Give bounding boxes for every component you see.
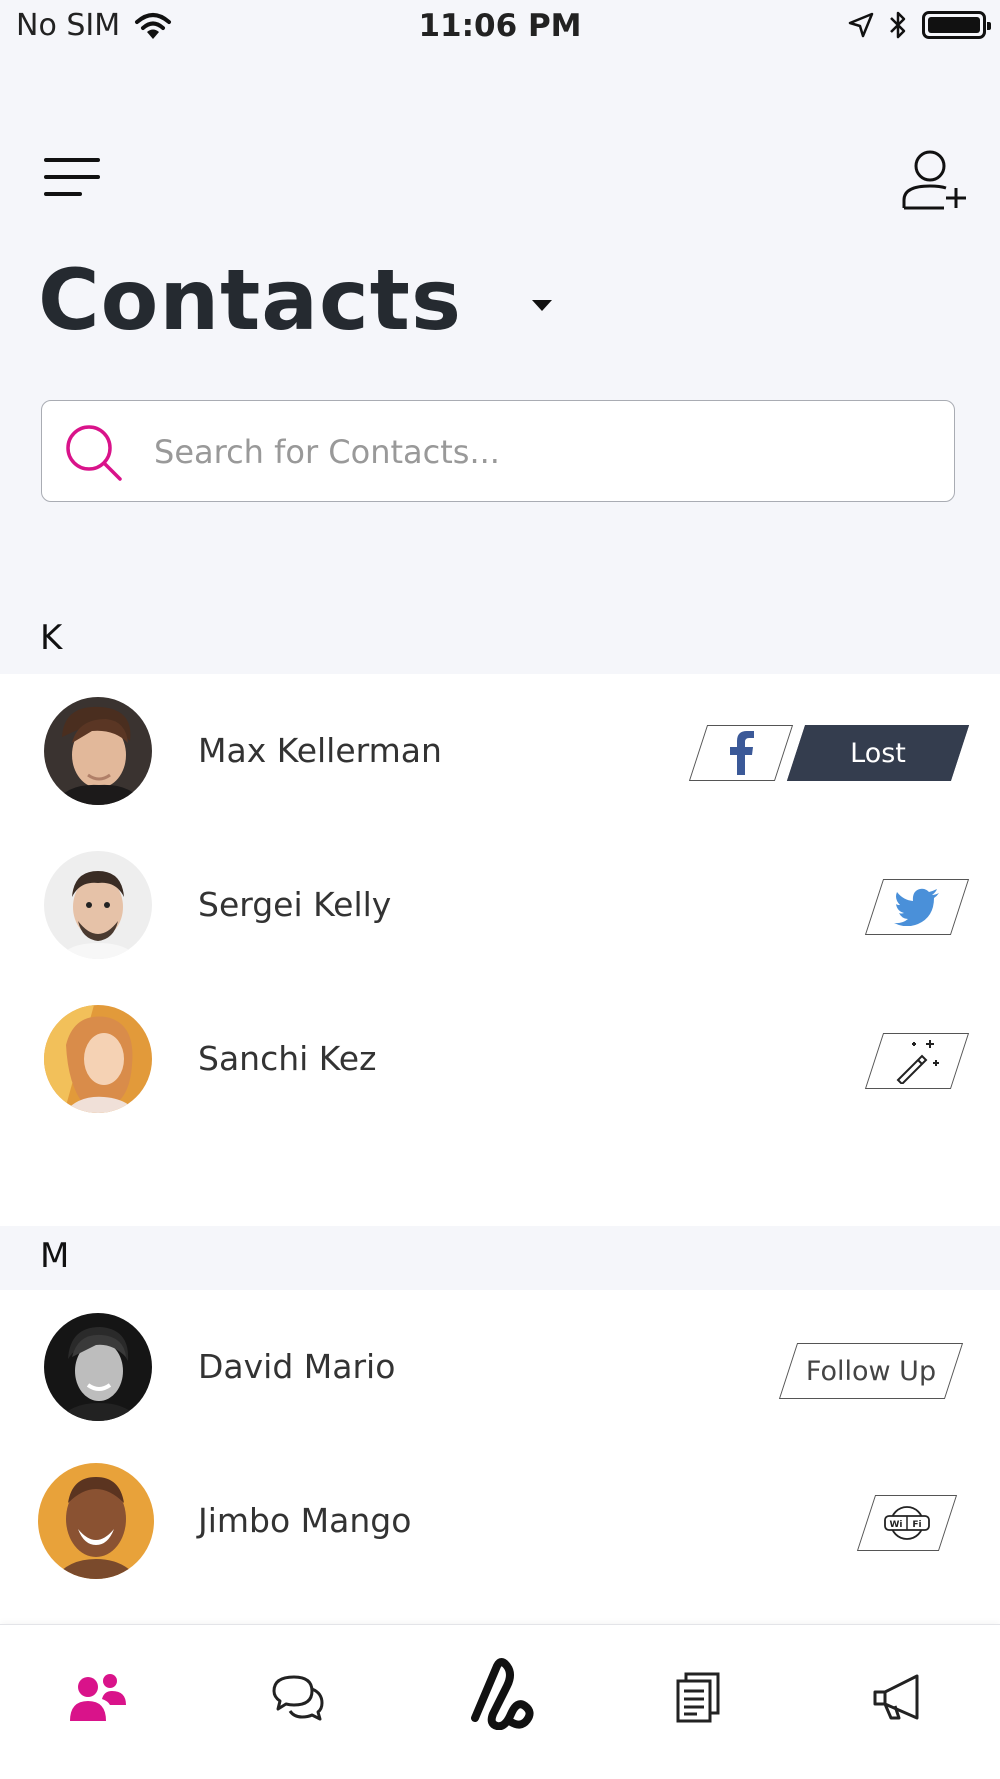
contact-row[interactable]: Sanchi Kez <box>0 982 1000 1136</box>
contact-name: Jimbo Mango <box>198 1501 412 1540</box>
contact-name: Sergei Kelly <box>198 885 392 924</box>
contact-row[interactable]: Sergei Kelly <box>0 828 1000 982</box>
magic-tag[interactable] <box>864 1033 970 1089</box>
search-bar[interactable] <box>41 400 955 503</box>
menu-button[interactable] <box>44 158 102 198</box>
title-dropdown-caret-icon[interactable] <box>532 300 552 311</box>
add-contact-button[interactable] <box>900 146 966 212</box>
tag-label: Follow Up <box>805 1355 937 1387</box>
avatar-image <box>44 697 152 805</box>
avatar-image <box>44 1313 152 1421</box>
bluetooth-icon <box>890 11 906 39</box>
contact-list-k: Max Kellerman Lost Sergei Kelly Sanchi K… <box>0 674 1000 1226</box>
contact-tags: Wi Fi <box>856 1494 958 1552</box>
avatar-image <box>38 1463 154 1579</box>
tab-documents[interactable] <box>662 1661 734 1733</box>
facebook-tag[interactable] <box>688 725 794 781</box>
svg-text:Fi: Fi <box>912 1520 921 1530</box>
contact-tags <box>864 1032 970 1090</box>
avatar <box>44 851 152 959</box>
contact-name: Max Kellerman <box>198 731 442 770</box>
page-title: Contacts <box>38 251 462 349</box>
search-icon <box>66 425 122 481</box>
contact-list-m: David Mario Follow Up Jimbo Mango Wi Fi <box>0 1290 1000 1624</box>
status-tag-follow-up[interactable]: Follow Up <box>778 1343 964 1399</box>
document-icon <box>676 1672 720 1723</box>
menu-line <box>44 192 82 196</box>
avatar <box>44 697 152 805</box>
facebook-icon <box>730 731 754 775</box>
svg-text:Wi: Wi <box>889 1520 902 1530</box>
add-user-icon <box>902 150 966 210</box>
contact-name: David Mario <box>198 1347 396 1386</box>
section-header-m: M <box>0 1226 1000 1290</box>
section-letter: M <box>40 1236 70 1276</box>
tab-contacts[interactable] <box>62 1661 134 1733</box>
search-input[interactable] <box>152 401 916 503</box>
battery-icon <box>922 11 991 39</box>
tab-announcements[interactable] <box>864 1661 936 1733</box>
tag-label: Lost <box>850 737 906 769</box>
contact-row[interactable]: Jimbo Mango Wi Fi <box>0 1444 1000 1598</box>
contact-tags: Follow Up <box>778 1342 964 1400</box>
twitter-tag[interactable] <box>864 879 970 935</box>
menu-line <box>44 158 100 162</box>
contact-row[interactable]: Max Kellerman Lost <box>0 674 1000 828</box>
section-header-k: K <box>0 618 1000 674</box>
magic-wand-icon <box>896 1040 939 1084</box>
location-arrow-icon <box>848 12 874 38</box>
avatar <box>44 1005 152 1113</box>
status-tag-lost[interactable]: Lost <box>786 725 970 781</box>
wifi-icon: Wi Fi <box>884 1506 930 1540</box>
contact-row[interactable]: David Mario Follow Up <box>0 1290 1000 1444</box>
app-logo-icon <box>471 1658 534 1730</box>
contacts-icon <box>70 1674 126 1721</box>
menu-line <box>44 175 100 179</box>
avatar-image <box>44 851 152 959</box>
chat-icon <box>272 1675 324 1721</box>
avatar-image <box>44 1005 152 1113</box>
megaphone-icon <box>873 1674 919 1720</box>
twitter-icon <box>894 888 939 926</box>
wifi-tag[interactable]: Wi Fi <box>856 1495 958 1551</box>
avatar <box>44 1313 152 1421</box>
contact-tags <box>864 878 970 936</box>
contact-tags: Lost <box>688 724 970 782</box>
status-bar: No SIM 11:06 PM <box>0 0 1000 50</box>
avatar <box>38 1463 154 1579</box>
tab-chat[interactable] <box>262 1661 334 1733</box>
section-letter: K <box>40 618 63 658</box>
tab-bar <box>0 1624 1000 1779</box>
tab-home[interactable] <box>464 1653 540 1733</box>
contact-name: Sanchi Kez <box>198 1039 377 1078</box>
